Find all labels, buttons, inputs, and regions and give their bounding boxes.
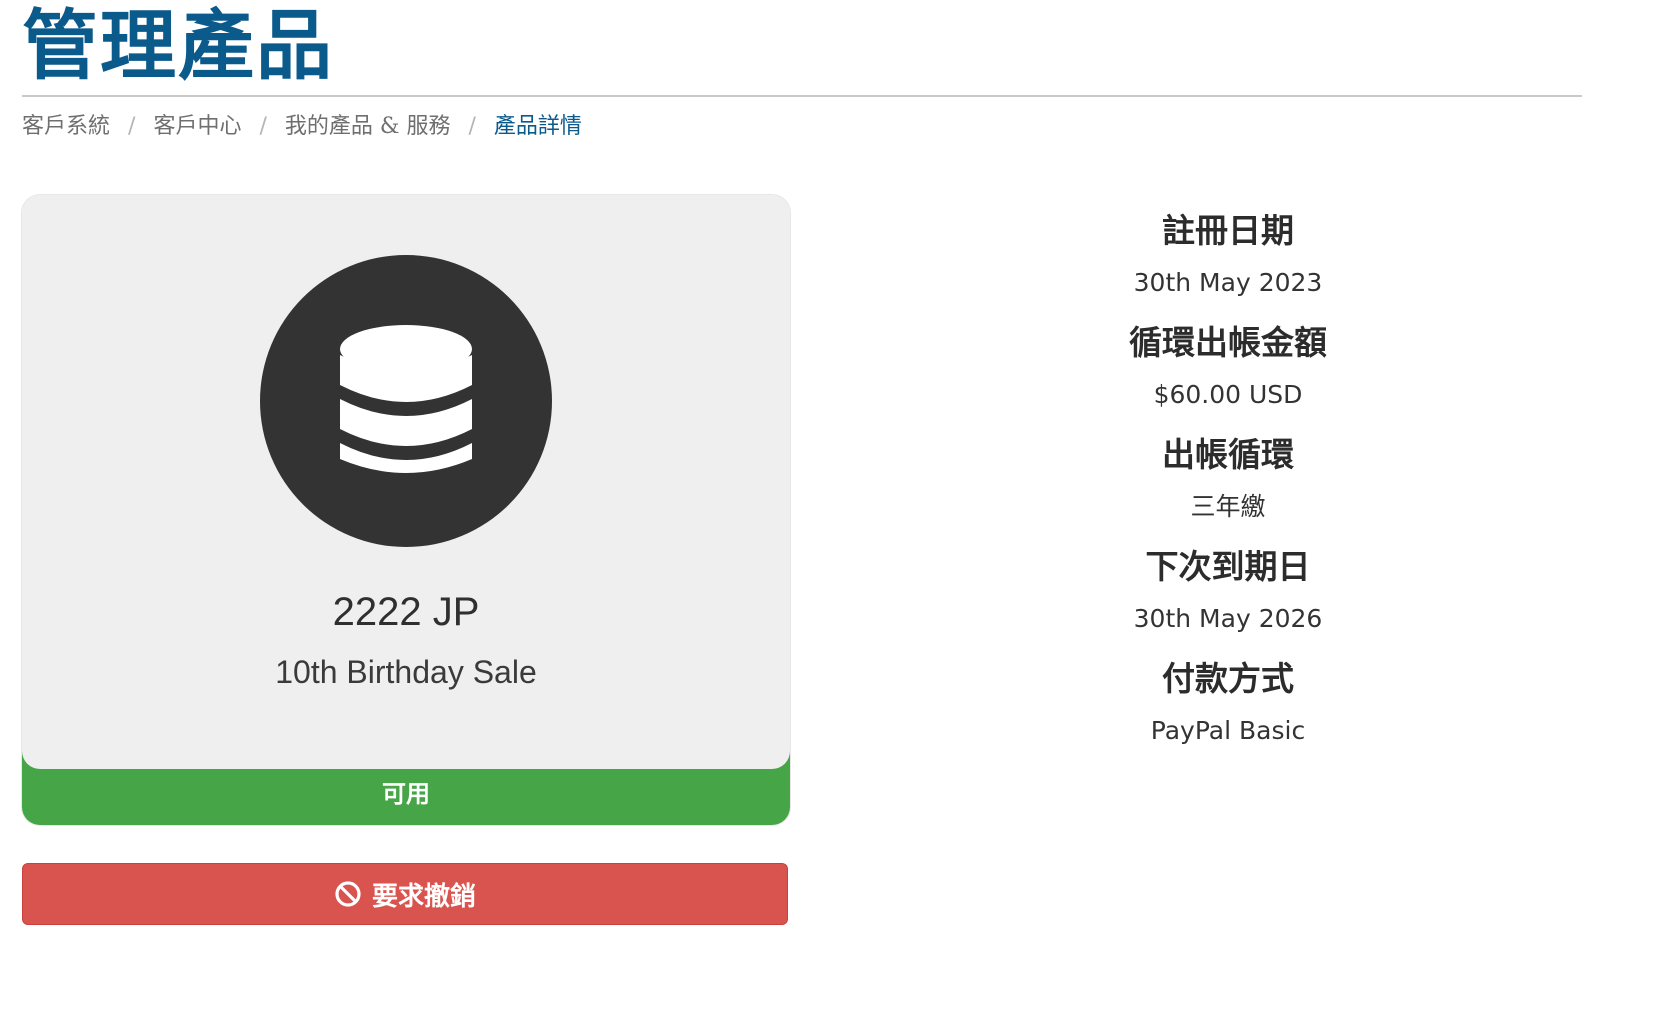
status-label: 可用: [382, 779, 430, 808]
page: 管理產品 客戶系統 / 客戶中心 / 我的產品 & 服務 / 產品詳情 2222…: [0, 0, 1670, 1012]
product-card: 2222 JP 10th Birthday Sale 可用: [22, 195, 790, 825]
product-name: 2222 JP: [332, 590, 480, 634]
breadcrumb-separator: /: [259, 114, 267, 139]
billing-cycle-label: 出帳循環: [1162, 435, 1294, 474]
product-card-body: 2222 JP 10th Birthday Sale: [22, 195, 790, 769]
product-group-name: 10th Birthday Sale: [275, 654, 537, 690]
payment-method-label: 付款方式: [1162, 659, 1294, 698]
recurring-amount-label: 循環出帳金額: [1129, 323, 1327, 362]
product-icon-circle: [260, 255, 552, 547]
product-details-panel: 註冊日期 30th May 2023 循環出帳金額 $60.00 USD 出帳循…: [1012, 200, 1444, 760]
breadcrumb: 客戶系統 / 客戶中心 / 我的產品 & 服務 / 產品詳情: [22, 112, 582, 142]
page-title: 管理產品: [22, 1, 334, 90]
breadcrumb-item-my-services[interactable]: 我的產品 & 服務: [285, 112, 451, 142]
title-divider: [22, 95, 1582, 97]
breadcrumb-item-client-area[interactable]: 客戶中心: [153, 112, 241, 142]
registration-date-value: 30th May 2023: [1133, 268, 1323, 297]
request-cancellation-button[interactable]: 要求撤銷: [22, 863, 788, 925]
registration-date-label: 註冊日期: [1162, 211, 1294, 250]
payment-method-value: PayPal Basic: [1150, 716, 1306, 745]
ban-icon: [335, 881, 361, 907]
database-icon: [340, 325, 472, 473]
breadcrumb-separator: /: [128, 114, 136, 139]
breadcrumb-item-product-details: 產品詳情: [493, 114, 582, 139]
breadcrumb-item-client-system[interactable]: 客戶系統: [22, 112, 110, 142]
next-due-date-value: 30th May 2026: [1133, 604, 1323, 633]
billing-cycle-value: 三年繳: [1190, 492, 1266, 521]
request-cancellation-label: 要求撤銷: [371, 881, 476, 912]
breadcrumb-separator: /: [468, 114, 476, 139]
next-due-date-label: 下次到期日: [1145, 547, 1311, 586]
recurring-amount-value: $60.00 USD: [1153, 380, 1303, 409]
